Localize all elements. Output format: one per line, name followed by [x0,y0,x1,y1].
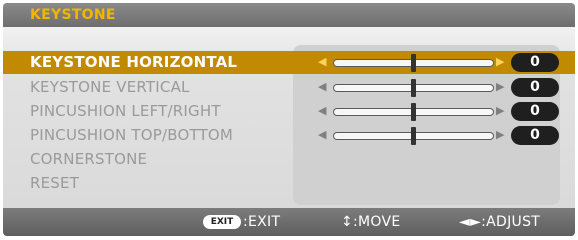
keystone-horizontal-slider[interactable]: ◀ ▶ 0 [315,51,565,74]
left-arrow-icon[interactable]: ◀ [318,80,326,93]
menu-item-label: RESET [30,174,80,192]
slider-thumb[interactable] [411,103,416,121]
slider-track[interactable] [333,79,494,97]
menu-item-reset[interactable]: RESET [3,172,575,195]
slider-track[interactable] [333,103,494,121]
keystone-vertical-slider[interactable]: ◀ ▶ 0 [315,76,565,99]
exit-hint: :EXIT [243,214,281,230]
menu-item-label: KEYSTONE HORIZONTAL [30,53,238,71]
menu-item-pincushion-left-right[interactable]: PINCUSHION LEFT/RIGHT ◀ ▶ 0 [3,100,575,123]
adjust-hint: ◄►:ADJUST [459,214,541,230]
slider-thumb[interactable] [411,79,416,97]
right-arrow-icon[interactable]: ▶ [496,104,504,117]
left-arrow-icon[interactable]: ◀ [318,55,326,68]
menu-item-label: PINCUSHION LEFT/RIGHT [30,102,221,120]
slider-track[interactable] [333,127,494,145]
menu-title: KEYSTONE [30,7,116,23]
menu-item-label: KEYSTONE VERTICAL [30,78,190,96]
footer-bar: EXIT :EXIT ↕:MOVE ◄►:ADJUST [3,208,575,236]
exit-button-icon: EXIT [203,215,241,229]
value-display: 0 [511,53,559,72]
right-arrow-icon[interactable]: ▶ [496,55,504,68]
slider-track[interactable] [333,54,494,72]
value-display: 0 [511,102,559,121]
keystone-menu: KEYSTONE KEYSTONE HORIZONTAL ◀ ▶ 0 KEYST… [3,3,575,236]
move-hint: ↕:MOVE [341,214,401,230]
menu-item-keystone-horizontal[interactable]: KEYSTONE HORIZONTAL ◀ ▶ 0 [3,51,575,74]
menu-item-cornerstone[interactable]: CORNERSTONE [3,148,575,171]
pincushion-left-right-slider[interactable]: ◀ ▶ 0 [315,100,565,123]
menu-item-label: CORNERSTONE [30,150,148,168]
slider-thumb[interactable] [411,127,416,145]
value-display: 0 [511,126,559,145]
title-bar: KEYSTONE [3,3,575,27]
menu-item-pincushion-top-bottom[interactable]: PINCUSHION TOP/BOTTOM ◀ ▶ 0 [3,124,575,147]
left-arrow-icon[interactable]: ◀ [318,128,326,141]
menu-content: KEYSTONE HORIZONTAL ◀ ▶ 0 KEYSTONE VERTI… [3,27,575,208]
menu-item-label: PINCUSHION TOP/BOTTOM [30,126,234,144]
right-arrow-icon[interactable]: ▶ [496,80,504,93]
value-display: 0 [511,78,559,97]
slider-thumb[interactable] [411,54,416,72]
right-arrow-icon[interactable]: ▶ [496,128,504,141]
left-arrow-icon[interactable]: ◀ [318,104,326,117]
pincushion-top-bottom-slider[interactable]: ◀ ▶ 0 [315,124,565,147]
menu-item-keystone-vertical[interactable]: KEYSTONE VERTICAL ◀ ▶ 0 [3,76,575,99]
